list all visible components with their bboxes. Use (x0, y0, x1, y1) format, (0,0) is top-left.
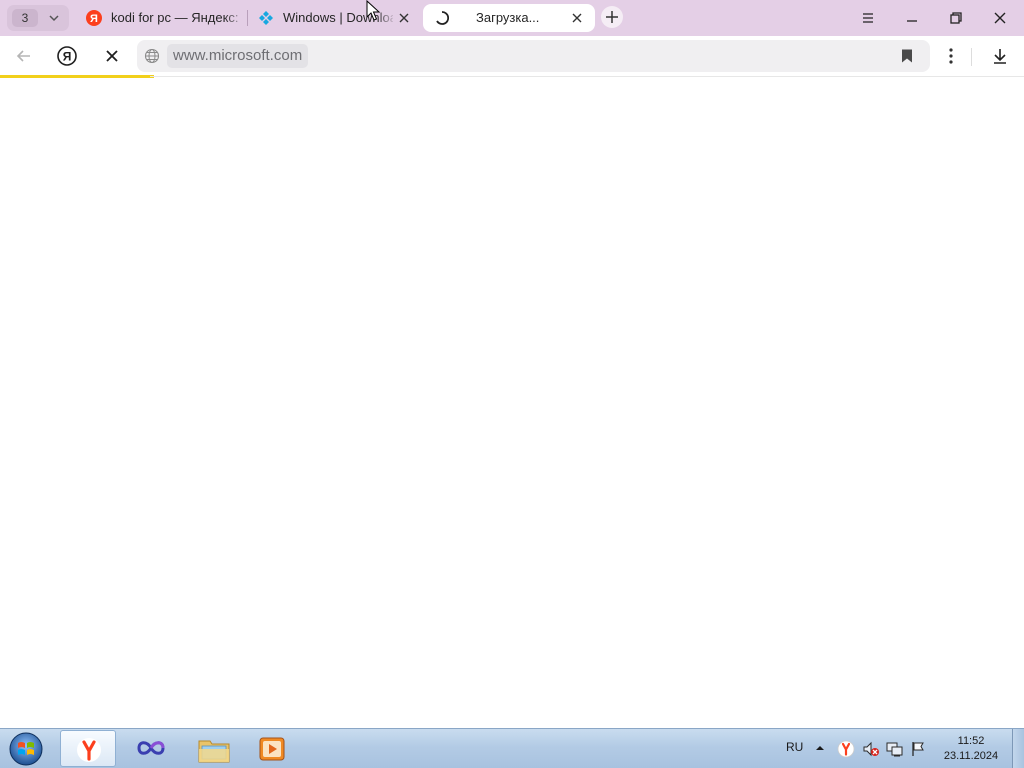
chevron-down-icon (49, 15, 59, 22)
system-clock[interactable]: 11:52 23.11.2024 (936, 734, 1006, 764)
tab-label: Загрузка... (476, 10, 540, 25)
svg-text:Я: Я (90, 13, 98, 25)
action-center-flag-icon[interactable] (909, 740, 927, 758)
yandex-icon: Я (86, 10, 102, 26)
tab-label: kodi for pc — Яндекс: нашлось (111, 10, 238, 25)
back-arrow-icon[interactable] (13, 45, 35, 67)
show-hidden-icons-icon[interactable] (815, 743, 825, 753)
loop-app-icon (137, 741, 165, 755)
taskbar-file-explorer[interactable] (184, 730, 240, 767)
address-bar[interactable]: www.microsoft.com (137, 40, 930, 72)
web-page-content[interactable] (0, 78, 1024, 728)
clock-date: 23.11.2024 (943, 750, 999, 762)
plus-icon (606, 11, 618, 23)
windows-start-icon[interactable] (6, 731, 46, 767)
maximize-icon[interactable] (946, 8, 966, 28)
tab-loading[interactable]: Загрузка... (423, 4, 595, 32)
url-text[interactable]: www.microsoft.com (167, 44, 309, 68)
toolbar-divider (971, 48, 972, 66)
stop-loading-icon[interactable] (101, 45, 123, 67)
file-explorer-icon (198, 740, 230, 763)
tab-windows-download[interactable]: Windows | Download (252, 4, 418, 32)
tab-count-badge: 3 (12, 9, 38, 27)
kebab-menu-icon[interactable] (940, 45, 962, 67)
yandex-tray-icon[interactable] (837, 740, 855, 758)
tab-separator (247, 10, 248, 26)
tab-yandex-search[interactable]: Я kodi for pc — Яндекс: нашлось (80, 4, 246, 32)
taskbar: RU 11:52 23.11.2024 (0, 728, 1024, 768)
globe-icon[interactable] (144, 48, 160, 64)
taskbar-yandex-browser[interactable] (60, 730, 116, 767)
mouse-pointer-icon (366, 0, 380, 21)
taskbar-media-player[interactable] (244, 730, 300, 767)
clock-time: 11:52 (957, 735, 985, 747)
close-tab-icon[interactable] (570, 11, 584, 25)
yandex-browser-icon (77, 738, 101, 762)
language-indicator[interactable]: RU (786, 740, 803, 754)
yandex-home-icon[interactable]: Я (56, 45, 78, 67)
menu-icon[interactable] (858, 8, 878, 28)
loading-spinner-icon (436, 11, 450, 25)
tab-strip: 3 Я kodi for pc — Яндекс: нашлось Window… (0, 0, 1024, 36)
tab-list-button[interactable]: 3 (7, 5, 69, 31)
minimize-icon[interactable] (902, 8, 922, 28)
new-tab-button[interactable] (601, 6, 623, 28)
close-icon[interactable] (990, 8, 1010, 28)
show-desktop-button[interactable] (1012, 729, 1024, 768)
taskbar-loop-app[interactable] (122, 730, 178, 767)
bookmark-icon[interactable] (899, 48, 915, 64)
svg-text:Я: Я (63, 50, 72, 64)
browser-toolbar: Я www.microsoft.com (0, 36, 1024, 76)
network-icon[interactable] (885, 740, 903, 758)
close-tab-icon[interactable] (397, 11, 411, 25)
kodi-icon (259, 11, 273, 25)
download-icon[interactable] (989, 45, 1011, 67)
volume-muted-icon[interactable] (862, 740, 880, 758)
media-player-icon (259, 737, 285, 761)
